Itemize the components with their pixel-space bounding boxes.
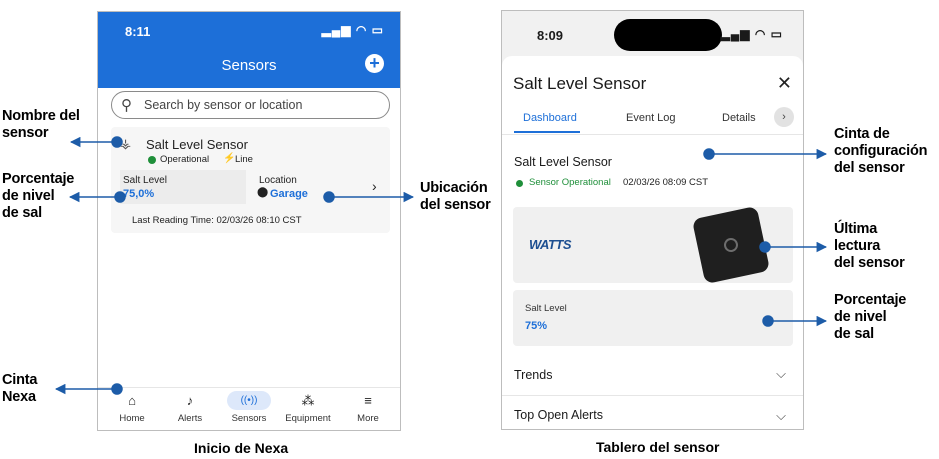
device-button-icon (722, 236, 740, 254)
annotation-porcentaje-right: Porcentaje de nivel de sal (834, 292, 907, 342)
tab-label: Alerts (177, 413, 203, 424)
power-type: Line (235, 154, 253, 165)
status-time: 8:11 (125, 24, 151, 39)
chevron-right-icon[interactable]: › (774, 107, 794, 127)
section-title: Salt Level Sensor (514, 155, 612, 169)
add-sensor-button[interactable]: + (365, 54, 384, 73)
search-icon: ⚲ (121, 97, 132, 114)
caption-left: Inicio de Nexa (194, 440, 289, 456)
location-label: Location (259, 175, 297, 186)
chevron-down-icon: ⌵ (776, 408, 786, 423)
tab-dashboard[interactable]: Dashboard (523, 112, 577, 124)
trends-section[interactable]: Trends ⌵ (502, 358, 803, 396)
sensor-status: Operational (160, 154, 210, 165)
watts-logo: WATTS (529, 237, 572, 252)
tab-more[interactable]: ≡ More (338, 388, 398, 430)
status-icons: ▂▄▆ ◠ ▭ (321, 23, 384, 37)
dashboard-sheet: Salt Level Sensor ✕ Dashboard Event Log … (502, 56, 803, 429)
tab-label: Home (119, 413, 145, 424)
sensor-device-image (691, 205, 771, 285)
search-input[interactable]: ⚲ Search by sensor or location (111, 91, 390, 119)
annotation-nombre: Nombre del sensor (2, 108, 80, 141)
status-time: 8:09 (537, 28, 564, 43)
tab-details[interactable]: Details (722, 112, 756, 124)
annotation-ubicacion: Ubicación del sensor (420, 180, 491, 213)
salt-level-label: Salt Level (525, 303, 567, 314)
chevron-right-icon[interactable]: › (372, 178, 377, 194)
search-placeholder: Search by sensor or location (144, 98, 303, 112)
status-time-stamp: 02/03/26 08:09 CST (623, 177, 709, 188)
status-icons: ▂▄▆ ◠ ▭ (720, 27, 783, 41)
top-open-alerts-label: Top Open Alerts (514, 408, 603, 422)
chevron-down-icon: ⌵ (776, 366, 786, 381)
location-value: Garage (270, 188, 308, 200)
sensor-icon: ((•)) (240, 395, 258, 406)
tab-home[interactable]: ⌂ Home (102, 388, 162, 430)
active-tab-indicator (514, 131, 580, 133)
power-icon: ⚡ (223, 153, 236, 164)
annotation-cinta-config: Cinta de configuración del sensor (834, 126, 928, 176)
sensor-dashboard-screen: 8:09 ▂▄▆ ◠ ▭ Salt Level Sensor ✕ Dashboa… (501, 10, 804, 430)
sensor-status: Sensor Operational (529, 177, 611, 188)
tab-label: Equipment (285, 413, 331, 424)
tab-label: Sensors (231, 413, 267, 424)
dynamic-island (614, 19, 722, 51)
annotation-porcentaje-left: Porcentaje de nivel de sal (2, 171, 75, 221)
annotation-ultima: Última lectura del sensor (834, 221, 905, 271)
nexa-tab-bar: ⌂ Home ♪ Alerts ((•)) Sensors ⁂ Equipmen… (98, 387, 400, 430)
menu-icon: ≡ (364, 393, 372, 408)
divider (502, 134, 803, 135)
last-reading-time: Last Reading Time: 02/03/26 08:10 CST (132, 215, 302, 226)
salt-level-label: Salt Level (123, 175, 167, 186)
trends-label: Trends (514, 368, 553, 382)
tab-sensors[interactable]: ((•)) Sensors (219, 388, 279, 430)
tab-alerts[interactable]: ♪ Alerts (160, 388, 220, 430)
sensor-image-card: WATTS (513, 205, 793, 285)
top-open-alerts-section[interactable]: Top Open Alerts ⌵ (502, 398, 803, 429)
sensor-name: Salt Level Sensor (146, 137, 248, 152)
salt-level-card: Salt Level 75% (513, 290, 793, 346)
page-title: Sensors (221, 57, 277, 74)
annotation-cinta-nexa: Cinta Nexa (2, 372, 38, 405)
lightbulb-icon: ⚶ (120, 136, 132, 151)
status-dot-icon (148, 156, 156, 164)
bell-icon: ♪ (186, 393, 194, 408)
close-icon[interactable]: ✕ (777, 73, 792, 94)
sensor-card[interactable]: ⚶ Salt Level Sensor Operational ⚡ Line S… (111, 127, 390, 233)
salt-level-value: 75% (525, 320, 548, 332)
sheet-title: Salt Level Sensor (513, 74, 647, 93)
nexa-home-screen: 8:11 ▂▄▆ ◠ ▭ Sensors + ⚲ Search by senso… (97, 11, 401, 431)
location-pin-icon: ⬤ (257, 187, 269, 198)
sensors-header: 8:11 ▂▄▆ ◠ ▭ Sensors + (98, 12, 400, 88)
caption-right: Tablero del sensor (596, 439, 720, 455)
tab-equipment[interactable]: ⁂ Equipment (278, 388, 338, 430)
salt-level-value: 75,0% (123, 188, 155, 200)
tab-event-log[interactable]: Event Log (626, 112, 676, 124)
home-icon: ⌂ (128, 393, 136, 408)
tab-label: More (357, 413, 379, 424)
status-dot-icon (516, 180, 523, 187)
equipment-icon: ⁂ (301, 393, 315, 408)
